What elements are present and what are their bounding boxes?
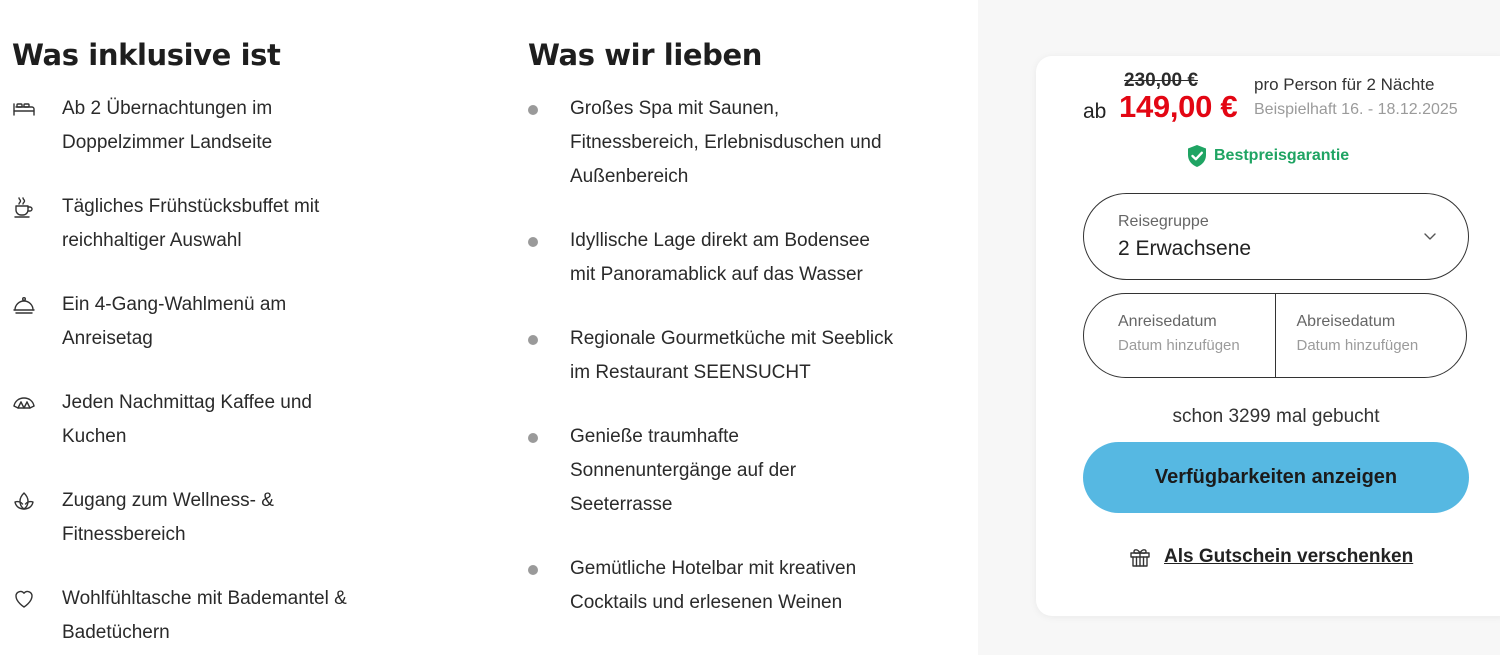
- shield-check-icon: [1186, 144, 1208, 168]
- bullet-dot-icon: [528, 565, 538, 575]
- departure-date-placeholder: Datum hinzufügen: [1296, 337, 1419, 354]
- price-prefix: ab: [1083, 100, 1107, 123]
- included-item-text: Ein 4-Gang-Wahlmenü am Anreisetag: [62, 294, 287, 349]
- loved-item: Gemütliche Hotelbar mit kreativen Cocktai…: [528, 552, 948, 620]
- included-item: Tägliches Frühstücksbuffet mit reichhalti…: [12, 190, 412, 288]
- heart-icon: [12, 587, 36, 611]
- departure-date-field[interactable]: Abreisedatum Datum hinzufügen: [1276, 294, 1467, 377]
- current-price: 149,00 €: [1119, 89, 1238, 124]
- loved-item-text: Gemütliche Hotelbar mit kreativen Cocktai…: [570, 558, 857, 613]
- loved-item: Regionale Gourmetküche mit Seeblick im Re…: [528, 322, 948, 390]
- chevron-down-icon: [1422, 228, 1438, 244]
- loved-section: Was wir lieben Großes Spa mit Saunen, Fit…: [528, 36, 948, 650]
- loved-list: Großes Spa mit Saunen, Fitnessbereich, Er…: [528, 92, 948, 620]
- loved-item-text: Genieße traumhafte Sonnenuntergänge auf d…: [570, 426, 797, 515]
- booked-count: schon 3299 mal gebucht: [1036, 406, 1500, 428]
- arrival-date-placeholder: Datum hinzufügen: [1118, 337, 1240, 354]
- example-dates: Beispielhaft 16. - 18.12.2025: [1254, 101, 1458, 118]
- date-range-picker: Anreisedatum Datum hinzufügen Abreisedat…: [1083, 293, 1467, 378]
- departure-date-label: Abreisedatum: [1296, 313, 1396, 330]
- loved-item-text: Idyllische Lage direkt am Bodensee mit Pa…: [570, 230, 870, 285]
- travel-group-label: Reisegruppe: [1118, 213, 1209, 230]
- included-item: Ab 2 Übernachtungen im Doppelzimmer Lands…: [12, 92, 412, 190]
- gift-voucher-label: Als Gutschein verschenken: [1164, 546, 1414, 567]
- included-item-text: Zugang zum Wellness- & Fitnessbereich: [62, 490, 274, 545]
- included-section: Was inklusive ist Ab 2 Übernachtungen im…: [12, 36, 412, 655]
- loved-item: Idyllische Lage direkt am Bodensee mit Pa…: [528, 224, 948, 292]
- croissant-icon: [12, 391, 36, 415]
- bed-icon: [12, 97, 36, 121]
- coffee-cup-icon: [12, 195, 36, 219]
- loved-item-text: Regionale Gourmetküche mit Seeblick im Re…: [570, 328, 894, 383]
- included-item: Ein 4-Gang-Wahlmenü am Anreisetag: [12, 288, 412, 386]
- booking-card: 230,00 € ab 149,00 € pro Person für 2 Nä…: [1036, 56, 1500, 616]
- lotus-icon: [12, 489, 36, 513]
- included-list: Ab 2 Übernachtungen im Doppelzimmer Lands…: [12, 92, 412, 655]
- bullet-dot-icon: [528, 433, 538, 443]
- included-item-text: Wohlfühltasche mit Bademantel & Badetüche…: [62, 588, 347, 643]
- gift-voucher-link[interactable]: Als Gutschein verschenken: [1128, 545, 1413, 569]
- included-item-text: Ab 2 Übernachtungen im Doppelzimmer Lands…: [62, 98, 273, 153]
- page: Was inklusive ist Ab 2 Übernachtungen im…: [0, 0, 1500, 655]
- bullet-dot-icon: [528, 105, 538, 115]
- included-item: Jeden Nachmittag Kaffee und Kuchen: [12, 386, 412, 484]
- loved-title: Was wir lieben: [528, 38, 763, 72]
- bullet-dot-icon: [528, 237, 538, 247]
- bullet-dot-icon: [528, 335, 538, 345]
- best-price-guarantee: Bestpreisgarantie: [1186, 144, 1349, 168]
- loved-item: Großes Spa mit Saunen, Fitnessbereich, Er…: [528, 92, 948, 194]
- included-item: Wohlfühltasche mit Bademantel & Badetüche…: [12, 582, 412, 655]
- guarantee-label: Bestpreisgarantie: [1214, 147, 1350, 164]
- included-item-text: Tägliches Frühstücksbuffet mit reichhalti…: [62, 196, 320, 251]
- included-title: Was inklusive ist: [12, 38, 281, 72]
- gift-icon: [1128, 545, 1152, 569]
- loved-item-text: Großes Spa mit Saunen, Fitnessbereich, Er…: [570, 98, 882, 187]
- cloche-icon: [12, 293, 36, 317]
- show-availability-button[interactable]: Verfügbarkeiten anzeigen: [1083, 442, 1469, 513]
- booked-count-text: schon 3299 mal gebucht: [1172, 406, 1380, 427]
- loved-item: Genieße traumhafte Sonnenuntergänge auf d…: [528, 420, 948, 522]
- price-note: pro Person für 2 Nächte: [1254, 75, 1435, 94]
- travel-group-select[interactable]: Reisegruppe 2 Erwachsene: [1083, 193, 1469, 280]
- arrival-date-label: Anreisedatum: [1118, 313, 1217, 330]
- included-item-text: Jeden Nachmittag Kaffee und Kuchen: [62, 392, 312, 447]
- travel-group-value: 2 Erwachsene: [1118, 237, 1252, 260]
- arrival-date-field[interactable]: Anreisedatum Datum hinzufügen: [1084, 294, 1276, 377]
- included-item: Zugang zum Wellness- & Fitnessbereich: [12, 484, 412, 582]
